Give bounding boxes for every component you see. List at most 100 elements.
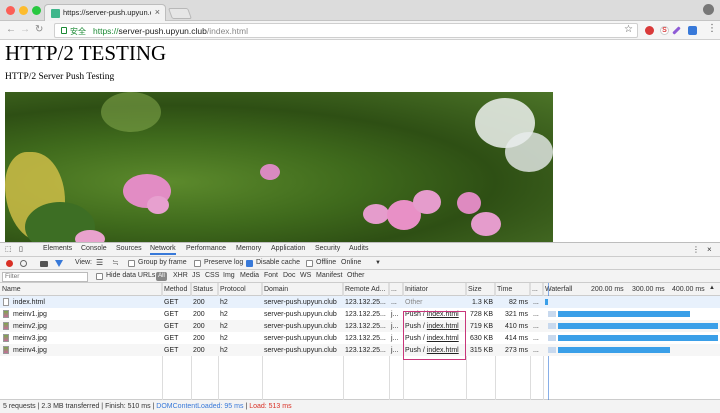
address-bar[interactable]: 安全 https://server-push.upyun.club/index.… [54, 23, 638, 38]
throttling-select[interactable]: Online [341, 259, 361, 266]
tab-sources[interactable]: Sources [116, 245, 142, 252]
column-header-connection[interactable]: ... [389, 283, 403, 296]
tab-memory[interactable]: Memory [236, 245, 261, 252]
filter-img-button[interactable]: Img [223, 272, 235, 279]
column-header-name[interactable]: Name [0, 283, 162, 296]
column-header-more[interactable]: ... [530, 283, 543, 296]
new-tab-button[interactable] [167, 8, 193, 19]
filter-doc-button[interactable]: Doc [283, 272, 295, 279]
filter-manifest-button[interactable]: Manifest [316, 272, 342, 279]
extension-s-icon[interactable]: S [660, 26, 669, 35]
preserve-log-checkbox[interactable] [194, 260, 201, 267]
request-conn: j... [391, 322, 399, 330]
extension-blue-icon[interactable] [688, 26, 697, 35]
request-size: 630 KB [470, 334, 493, 342]
tab-application[interactable]: Application [271, 245, 305, 252]
request-name[interactable]: meinv4.jpg [11, 344, 161, 356]
request-name[interactable]: meinv3.jpg [11, 332, 161, 344]
device-toolbar-icon[interactable]: ▯ [19, 245, 23, 253]
forward-arrow-icon[interactable]: → [20, 24, 30, 35]
initiator-type: Other [405, 298, 423, 306]
table-row[interactable]: meinv3.jpg GET 200 h2 server-push.upyun.club… [0, 332, 720, 344]
request-time: 273 ms [505, 346, 528, 354]
inspect-element-icon[interactable]: ⬚ [5, 245, 12, 253]
initiator-link[interactable]: index.html [427, 347, 459, 354]
disable-cache-checkbox[interactable] [246, 260, 253, 267]
request-protocol: h2 [220, 334, 228, 342]
network-requests-table: Name Method Status Protocol Domain Remot… [0, 283, 720, 400]
column-header-method[interactable]: Method [162, 283, 191, 296]
column-header-time[interactable]: Time [495, 283, 530, 296]
filter-all-button[interactable]: All [156, 272, 167, 281]
large-rows-icon[interactable]: ☰ [96, 258, 103, 267]
filter-media-button[interactable]: Media [240, 272, 259, 279]
filter-input[interactable] [2, 271, 88, 282]
back-arrow-icon[interactable]: ← [6, 24, 16, 35]
camera-icon[interactable] [40, 261, 48, 267]
extension-stop-icon[interactable] [645, 26, 654, 35]
waterfall-bar[interactable] [558, 347, 670, 353]
offline-checkbox[interactable] [306, 260, 313, 267]
request-more: ... [533, 334, 539, 342]
filter-xhr-button[interactable]: XHR [173, 272, 188, 279]
tab-network[interactable]: Network [150, 245, 176, 255]
tab-console[interactable]: Console [81, 245, 107, 252]
initiator-link[interactable]: index.html [427, 335, 459, 342]
column-header-status[interactable]: Status [191, 283, 218, 296]
extension-pen-icon[interactable] [672, 26, 681, 35]
chevron-down-icon[interactable]: ▼ [375, 260, 381, 266]
sort-up-icon[interactable]: ▲ [709, 285, 715, 291]
table-row[interactable]: index.html GET 200 h2 server-push.upyun.club… [0, 296, 720, 308]
close-window-button[interactable] [6, 6, 15, 15]
record-icon[interactable] [6, 260, 13, 267]
overview-icon[interactable]: ≒ [112, 258, 119, 267]
tab-elements[interactable]: Elements [43, 245, 72, 252]
column-header-waterfall[interactable]: Waterfall 200.00 ms 300.00 ms 400.00 ms … [543, 283, 720, 296]
url-text[interactable]: https://server-push.upyun.club/index.htm… [93, 26, 248, 36]
profile-icon[interactable] [703, 4, 714, 15]
close-tab-icon[interactable]: × [155, 7, 160, 17]
initiator-link[interactable]: index.html [427, 311, 459, 318]
close-devtools-icon[interactable]: × [707, 245, 712, 254]
menu-dots-icon[interactable]: ⋮ [707, 23, 717, 34]
clear-icon[interactable] [20, 260, 27, 267]
minimize-window-button[interactable] [19, 6, 28, 15]
filter-js-button[interactable]: JS [192, 272, 200, 279]
filter-funnel-icon[interactable] [55, 260, 63, 267]
column-header-domain[interactable]: Domain [262, 283, 343, 296]
request-name[interactable]: meinv1.jpg [11, 308, 161, 320]
bookmark-star-icon[interactable]: ☆ [624, 24, 633, 35]
waterfall-bar[interactable] [558, 335, 718, 341]
table-row[interactable]: meinv1.jpg GET 200 h2 server-push.upyun.club… [0, 308, 720, 320]
waterfall-bar[interactable] [558, 323, 718, 329]
filter-css-button[interactable]: CSS [205, 272, 219, 279]
tab-audits[interactable]: Audits [349, 245, 368, 252]
request-status: 200 [193, 310, 205, 318]
tab-security[interactable]: Security [315, 245, 340, 252]
column-header-remote-address[interactable]: Remote Ad... [343, 283, 389, 296]
request-name[interactable]: index.html [11, 296, 161, 308]
reload-icon[interactable]: ↻ [35, 24, 43, 35]
image-file-icon [3, 322, 9, 330]
request-more: ... [533, 310, 539, 318]
browser-tab[interactable]: https://server-push.upyun.club × [44, 4, 166, 21]
maximize-window-button[interactable] [32, 6, 41, 15]
devtools-menu-icon[interactable]: ⋮ [692, 245, 700, 254]
filter-other-button[interactable]: Other [347, 272, 365, 279]
column-header-size[interactable]: Size [466, 283, 495, 296]
group-by-frame-checkbox[interactable] [128, 260, 135, 267]
table-row[interactable]: meinv4.jpg GET 200 h2 server-push.upyun.club… [0, 344, 720, 356]
column-header-initiator[interactable]: Initiator [403, 283, 466, 296]
filter-font-button[interactable]: Font [264, 272, 278, 279]
initiator-link[interactable]: index.html [427, 323, 459, 330]
column-header-protocol[interactable]: Protocol [218, 283, 262, 296]
waterfall-bar[interactable] [558, 311, 690, 317]
waterfall-bar[interactable] [545, 299, 548, 305]
filter-ws-button[interactable]: WS [300, 272, 311, 279]
request-domain: server-push.upyun.club [264, 322, 337, 330]
network-filter-bar: Hide data URLs All XHR JS CSS Img Media … [0, 270, 720, 283]
tab-performance[interactable]: Performance [186, 245, 226, 252]
table-row[interactable]: meinv2.jpg GET 200 h2 server-push.upyun.club… [0, 320, 720, 332]
request-name[interactable]: meinv2.jpg [11, 320, 161, 332]
hide-data-urls-checkbox[interactable] [96, 273, 103, 280]
